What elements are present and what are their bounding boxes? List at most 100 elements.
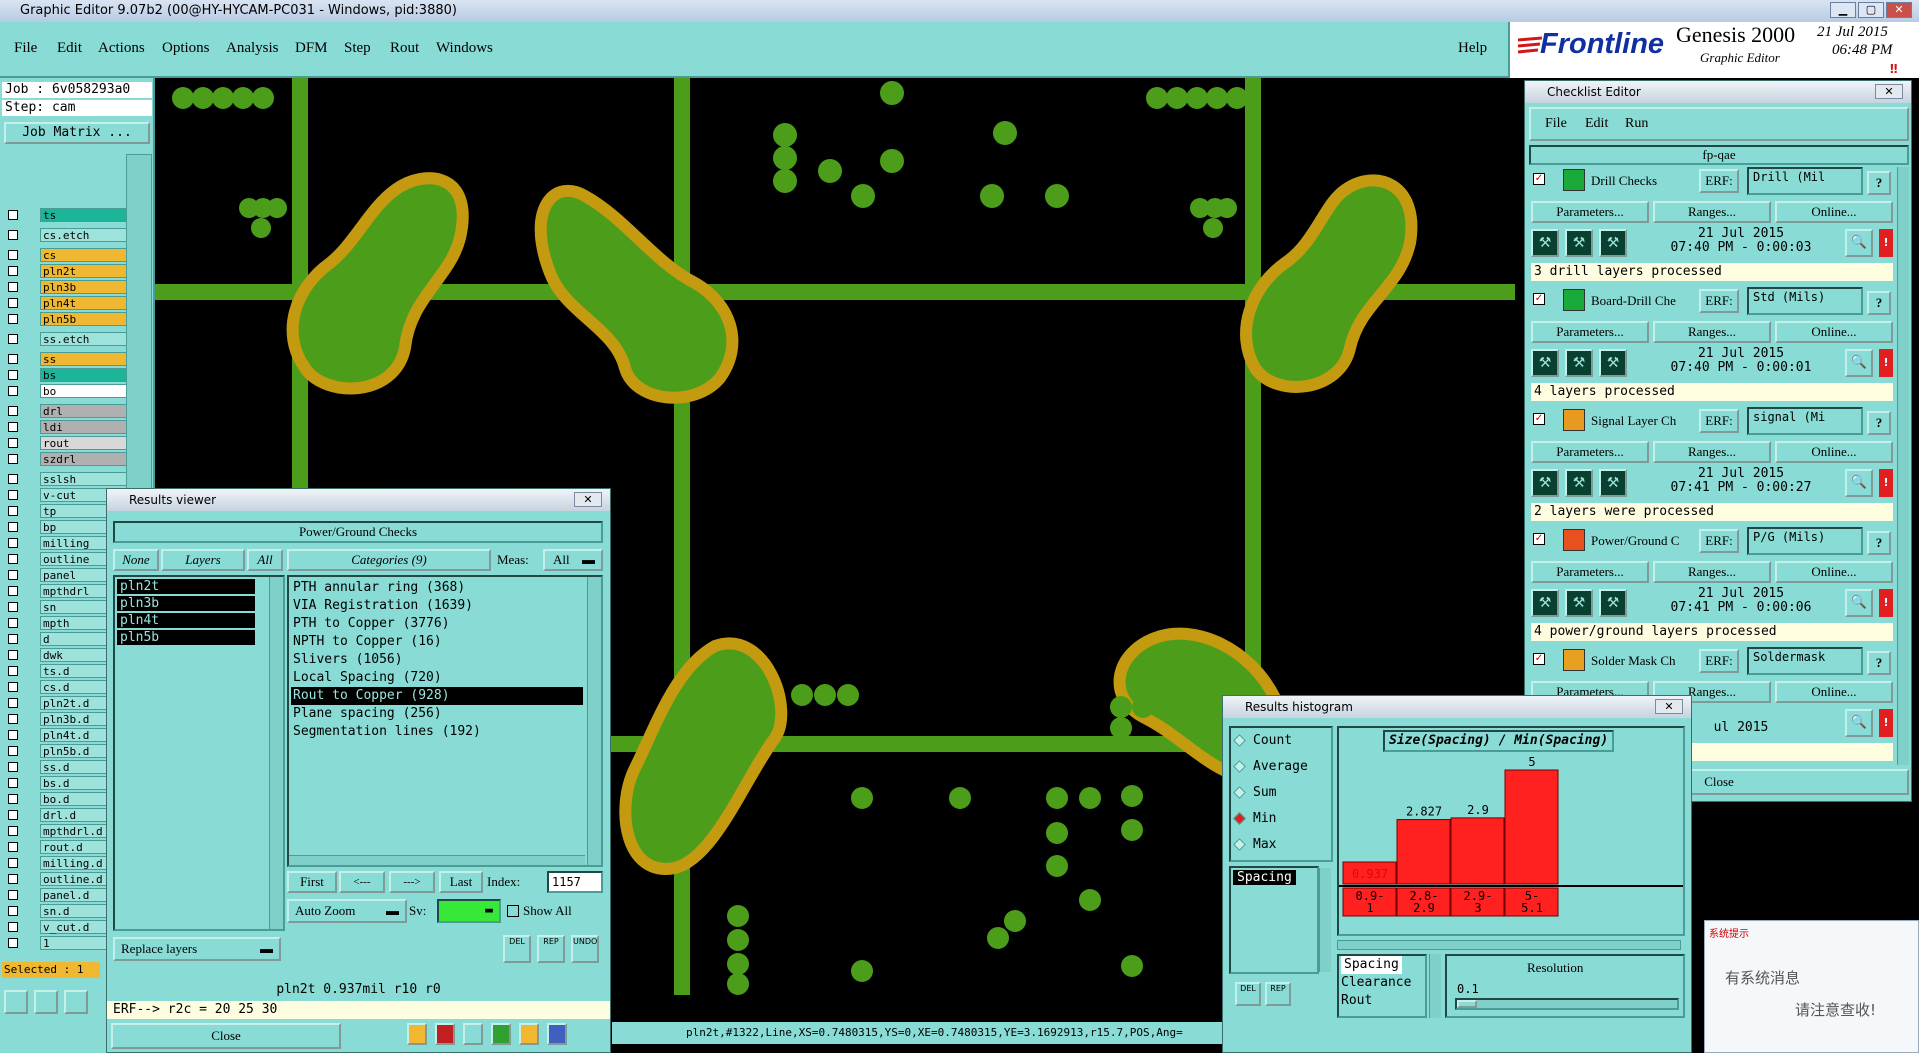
minimize-button[interactable]: ▁ xyxy=(1830,2,1856,18)
undo-result-icon[interactable]: UNDO xyxy=(571,935,599,963)
check-ranges-button[interactable]: Ranges... xyxy=(1653,321,1771,343)
check-enable-checkbox[interactable]: ✓ xyxy=(1533,413,1545,425)
check-erf-value[interactable]: signal (Mi xyxy=(1747,407,1863,435)
check-abort-icon[interactable]: ⚒ xyxy=(1599,229,1627,257)
check-run-icon[interactable]: ⚒ xyxy=(1531,229,1559,257)
check-erf-button[interactable]: ERF: xyxy=(1699,169,1739,193)
aggregate-option-count[interactable]: Count xyxy=(1231,728,1331,754)
check-online-button[interactable]: Online... xyxy=(1775,201,1893,223)
layer-name[interactable]: sslsh xyxy=(40,472,128,486)
result-layer-item[interactable]: pln3b xyxy=(117,596,255,611)
system-notification[interactable]: 系统提示 有系统消息 请注意查收! xyxy=(1704,920,1919,1053)
menu-rout[interactable]: Rout xyxy=(390,40,419,57)
checklist-close-icon[interactable]: ✕ xyxy=(1875,84,1903,99)
histogram-list-item[interactable]: Spacing xyxy=(1233,870,1296,885)
check-ranges-button[interactable]: Ranges... xyxy=(1653,441,1771,463)
histogram-hscrollbar[interactable] xyxy=(1337,940,1681,950)
layer-checkbox[interactable] xyxy=(8,266,18,276)
layer-checkbox[interactable] xyxy=(8,474,18,484)
layer-row-dwk[interactable]: dwk xyxy=(6,648,128,662)
checklist-menu-edit[interactable]: Edit xyxy=(1585,116,1608,132)
grid-off-icon[interactable] xyxy=(463,1023,483,1045)
tool-select-icon[interactable] xyxy=(4,990,28,1014)
layer-row-ss-etch[interactable]: ss.etch xyxy=(6,332,128,346)
layer-row-panel-d[interactable]: panel.d xyxy=(6,888,128,902)
check-enable-checkbox[interactable]: ✓ xyxy=(1533,173,1545,185)
result-layer-item[interactable]: pln4t xyxy=(117,613,255,628)
layer-row-d[interactable]: d xyxy=(6,632,128,646)
layer-row-bo-d[interactable]: bo.d xyxy=(6,792,128,806)
layer-checkbox[interactable] xyxy=(8,570,18,580)
layer-row-ts[interactable]: ts xyxy=(6,208,128,222)
histogram-list-scrollbar[interactable] xyxy=(1319,868,1331,972)
layer-row-sn-d[interactable]: sn.d xyxy=(6,904,128,918)
layer-name[interactable]: ss xyxy=(40,352,128,366)
layer-checkbox[interactable] xyxy=(8,334,18,344)
check-erf-value[interactable]: Soldermask xyxy=(1747,647,1863,675)
category-item[interactable]: PTH annular ring (368) xyxy=(291,579,583,597)
aggregate-option-average[interactable]: Average xyxy=(1231,754,1331,780)
layer-checkbox[interactable] xyxy=(8,714,18,724)
check-enable-checkbox[interactable]: ✓ xyxy=(1533,293,1545,305)
layer-two-icon[interactable] xyxy=(491,1023,511,1045)
aggregate-option-sum[interactable]: Sum xyxy=(1231,780,1331,806)
tool-grid-icon[interactable] xyxy=(64,990,88,1014)
layer-checkbox[interactable] xyxy=(8,698,18,708)
hist-repair-icon[interactable]: REP xyxy=(1265,982,1291,1006)
type-item-clearance[interactable]: Clearance xyxy=(1341,974,1425,992)
show-all-checkbox[interactable] xyxy=(507,905,519,917)
layer-row-rout-d[interactable]: rout.d xyxy=(6,840,128,854)
aggregate-option-max[interactable]: Max xyxy=(1231,832,1331,858)
check-abort-icon[interactable]: ⚒ xyxy=(1599,349,1627,377)
check-ranges-button[interactable]: Ranges... xyxy=(1653,201,1771,223)
layer-name[interactable]: ldi xyxy=(40,420,128,434)
layer-checkbox[interactable] xyxy=(8,634,18,644)
layer-name[interactable]: pln4t xyxy=(40,296,128,310)
layer-row-sslsh[interactable]: sslsh xyxy=(6,472,128,486)
histogram-bar[interactable] xyxy=(1504,769,1559,885)
menu-actions[interactable]: Actions xyxy=(98,40,145,57)
check-erf-button[interactable]: ERF: xyxy=(1699,529,1739,553)
check-zoom-icon[interactable]: 🔍 xyxy=(1845,349,1873,377)
check-ranges-button[interactable]: Ranges... xyxy=(1653,561,1771,583)
record-icon[interactable] xyxy=(435,1023,455,1045)
repair-result-icon[interactable]: REP xyxy=(537,935,565,963)
layer-row-drl-d[interactable]: drl.d xyxy=(6,808,128,822)
resolution-slider-handle[interactable] xyxy=(1457,1000,1477,1008)
layer-row-pln4t[interactable]: pln4t xyxy=(6,296,128,310)
layer-row-mpthdrl-d[interactable]: mpthdrl.d xyxy=(6,824,128,838)
layer-row-ldi[interactable]: ldi xyxy=(6,420,128,434)
check-help-button[interactable]: ? xyxy=(1867,531,1891,555)
type-item-spacing[interactable]: Spacing xyxy=(1341,956,1402,974)
last-button[interactable]: Last xyxy=(439,871,483,893)
layer-checkbox[interactable] xyxy=(8,538,18,548)
radio-diamond-icon[interactable] xyxy=(1233,760,1246,773)
layer-row-cs-etch[interactable]: cs.etch xyxy=(6,228,128,242)
menu-analysis[interactable]: Analysis xyxy=(226,40,279,57)
layer-checkbox[interactable] xyxy=(8,406,18,416)
check-parameters-button[interactable]: Parameters... xyxy=(1531,321,1649,343)
layer-row-v-cut-d[interactable]: v_cut.d xyxy=(6,920,128,934)
layer-row-ss[interactable]: ss xyxy=(6,352,128,366)
check-run-icon[interactable]: ⚒ xyxy=(1531,469,1559,497)
check-online-button[interactable]: Online... xyxy=(1775,441,1893,463)
meas-dropdown[interactable]: All ▬ xyxy=(543,549,603,571)
category-item[interactable]: PTH to Copper (3776) xyxy=(291,615,583,633)
layer-checkbox[interactable] xyxy=(8,762,18,772)
checklist-menu-run[interactable]: Run xyxy=(1625,116,1648,132)
layer-row-drl[interactable]: drl xyxy=(6,404,128,418)
category-item[interactable]: NPTH to Copper (16) xyxy=(291,633,583,651)
histogram-bar[interactable] xyxy=(1396,819,1451,885)
check-zoom-icon[interactable]: 🔍 xyxy=(1845,589,1873,617)
check-stop-icon[interactable]: ⚒ xyxy=(1565,349,1593,377)
category-item[interactable]: Plane spacing (256) xyxy=(291,705,583,723)
layer-checkbox[interactable] xyxy=(8,810,18,820)
check-stop-icon[interactable]: ⚒ xyxy=(1565,589,1593,617)
layer-row-pln3b[interactable]: pln3b xyxy=(6,280,128,294)
layer-checkbox[interactable] xyxy=(8,778,18,788)
radio-diamond-icon[interactable] xyxy=(1233,838,1246,851)
layer-checkbox[interactable] xyxy=(8,730,18,740)
layer-row-pln5b[interactable]: pln5b xyxy=(6,312,128,326)
layer-checkbox[interactable] xyxy=(8,826,18,836)
category-item[interactable]: Segmentation lines (192) xyxy=(291,723,583,741)
